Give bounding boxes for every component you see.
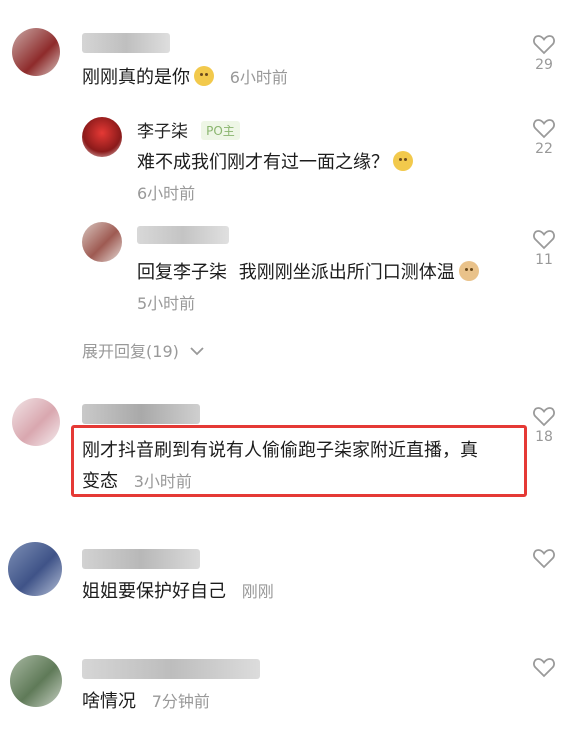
like-count: 22 [535, 141, 553, 157]
expand-replies-count: (19) [146, 342, 179, 361]
avatar[interactable] [82, 117, 122, 157]
like-button[interactable]: 29 [527, 33, 561, 73]
comment-text-line1: 刚才抖音刷到有说有人偷偷跑子柒家附近直播，真 [82, 440, 478, 461]
avatar[interactable] [82, 222, 122, 262]
heart-outline-icon [533, 549, 555, 569]
comment-time: 刚刚 [241, 582, 274, 601]
reply-text: 难不成我们刚才有过一面之缘？ [137, 148, 413, 174]
heart-outline-icon [533, 230, 555, 250]
like-button[interactable] [527, 656, 561, 678]
comment-text: 姐姐要保护好自己 刚刚 [82, 577, 274, 603]
chevron-down-icon [190, 347, 204, 356]
reply-time: 5小时前 [137, 294, 196, 313]
doge-emoji-icon [393, 151, 413, 171]
like-button[interactable] [527, 547, 561, 569]
username-blurred[interactable] [82, 659, 260, 679]
doge-emoji-icon [194, 66, 214, 86]
comment-text-content: 变态 [82, 471, 118, 492]
comment-time: 3小时前 [133, 472, 192, 491]
like-count: 18 [535, 429, 553, 445]
comment-time: 7分钟前 [151, 692, 210, 711]
avatar[interactable] [12, 28, 60, 76]
heart-outline-icon [533, 658, 555, 678]
avatar[interactable] [10, 655, 62, 707]
like-count: 11 [535, 252, 553, 268]
username-blurred[interactable] [82, 404, 200, 424]
username-blurred[interactable] [82, 33, 170, 53]
reply-header: 李子柒 PO主 [137, 117, 240, 142]
reply-time: 6小时前 [137, 184, 196, 203]
cat-emoji-icon [458, 261, 479, 281]
username-blurred[interactable] [137, 226, 229, 244]
username-blurred[interactable] [82, 549, 200, 569]
like-button[interactable]: 22 [527, 117, 561, 157]
heart-outline-icon [533, 119, 555, 139]
heart-outline-icon [533, 35, 555, 55]
like-button[interactable]: 11 [527, 228, 561, 268]
expand-replies-label: 展开回复 [82, 342, 147, 361]
reply-text-content: 我刚刚坐派出所门口测体温 [238, 262, 455, 283]
comment-text: 啥情况 7分钟前 [82, 687, 210, 713]
heart-outline-icon [533, 407, 555, 427]
reply-prefix: 回复 [137, 262, 173, 283]
comment-text-content: 啥情况 [82, 691, 136, 712]
comment-text: 刚刚真的是你 6小时前 [82, 63, 288, 89]
comment-text-line2: 变态 3小时前 [82, 467, 192, 493]
like-button[interactable]: 18 [527, 405, 561, 445]
reply-text-content: 难不成我们刚才有过一面之缘？ [137, 152, 389, 173]
author-badge: PO主 [201, 121, 240, 140]
comment-text-content: 姐姐要保护好自己 [82, 581, 226, 602]
reply-author[interactable]: 李子柒 [137, 122, 188, 142]
comment-time: 6小时前 [229, 68, 288, 87]
comment-text-content: 刚刚真的是你 [82, 67, 190, 88]
like-count: 29 [535, 57, 553, 73]
reply-target[interactable]: 李子柒 [173, 262, 227, 283]
reply-text: 回复李子柒 我刚刚坐派出所门口测体温 [137, 258, 479, 284]
expand-replies-button[interactable]: 展开回复(19) [82, 338, 204, 362]
avatar[interactable] [8, 542, 62, 596]
avatar[interactable] [12, 398, 60, 446]
